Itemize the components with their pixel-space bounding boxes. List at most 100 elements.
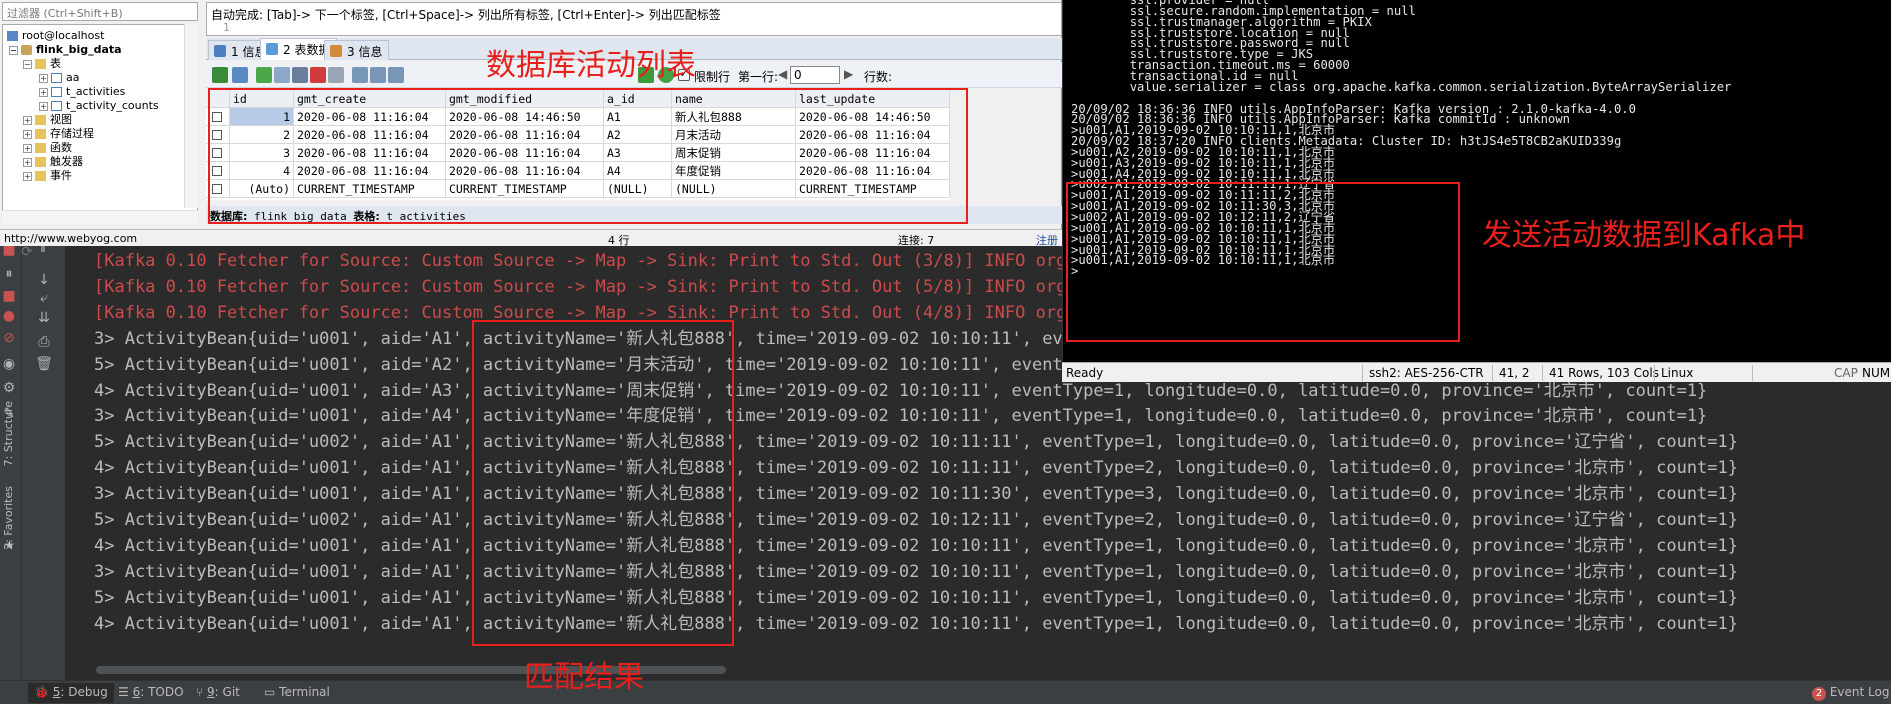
tab-git[interactable]: ⑂ 9: Git xyxy=(196,685,240,699)
tree-node-functions[interactable]: + 函数 xyxy=(23,141,72,155)
scroll-to-end-icon[interactable]: ⇊ xyxy=(31,308,57,328)
expand-icon[interactable]: + xyxy=(23,157,32,167)
folder-label: 触发器 xyxy=(50,155,83,168)
tree-node-database[interactable]: − flink_big_data xyxy=(9,43,122,57)
tree-node-table-t-activities[interactable]: + t_activities xyxy=(39,85,125,99)
tree-node-triggers[interactable]: + 触发器 xyxy=(23,155,83,169)
collapse-icon[interactable]: − xyxy=(9,45,18,55)
tab-terminal[interactable]: ▭ Terminal xyxy=(264,685,330,699)
console-line: 4> ActivityBean{uid='u001', aid='A1', ac… xyxy=(94,535,1738,556)
info-icon xyxy=(330,45,342,57)
terminal-ready-status: Ready xyxy=(1066,366,1104,380)
duplicate-row-icon[interactable] xyxy=(274,67,290,83)
num-lock-indicator: NUM xyxy=(1862,366,1891,380)
print-icon[interactable]: ⎙ xyxy=(31,332,57,352)
stop-program-icon[interactable]: ■ xyxy=(0,286,22,306)
terminal-statusbar: Ready ssh2: AES-256-CTR 41, 2 41 Rows, 1… xyxy=(1062,362,1891,382)
settings-gear-icon[interactable]: ⚙ xyxy=(0,378,22,398)
object-browser-tree[interactable]: root@localhost − flink_big_data − 表 + aa + t… xyxy=(2,24,198,224)
console-line: [Kafka 0.10 Fetcher for Source: Custom S… xyxy=(94,276,1087,297)
form-view-icon[interactable] xyxy=(370,67,386,83)
server-label: root@localhost xyxy=(22,29,105,42)
separator xyxy=(1752,365,1753,381)
tab-number: 3 xyxy=(347,45,355,59)
caps-lock-indicator: CAP xyxy=(1834,366,1858,380)
git-tab-label: : Git xyxy=(214,685,240,699)
next-page-icon[interactable]: ▶ xyxy=(844,67,853,81)
server-icon xyxy=(7,31,18,41)
pause-program-icon[interactable]: ⏸ xyxy=(0,264,22,284)
tab-debug[interactable]: 🐞 5: Debug xyxy=(28,683,114,703)
view-breakpoints-icon[interactable]: ● xyxy=(0,306,22,326)
register-link[interactable]: 注册 xyxy=(1036,232,1058,248)
separator xyxy=(1492,365,1493,381)
grid-view-icon[interactable] xyxy=(352,67,368,83)
folder-label: 视图 xyxy=(50,113,72,126)
tree-node-views[interactable]: + 视图 xyxy=(23,113,72,127)
prev-page-icon[interactable]: ◀ xyxy=(778,67,787,81)
expand-icon[interactable]: + xyxy=(39,87,48,97)
import-icon[interactable] xyxy=(232,67,248,83)
expand-icon[interactable]: + xyxy=(39,73,48,83)
tree-node-table-t-activity-counts[interactable]: + t_activity_counts xyxy=(39,99,159,113)
event-log-tab[interactable]: 2 Event Log xyxy=(1812,685,1889,701)
table-label: t_activities xyxy=(66,85,126,98)
first-row-label: 第一行: xyxy=(738,70,779,84)
filler-34 xyxy=(32,252,56,272)
sqlyog-statusbar: http://www.webyog.com 4 行 连接: 7 注册 xyxy=(0,229,1062,248)
expand-icon[interactable]: + xyxy=(23,171,32,181)
tab-label: 信息 xyxy=(358,45,383,59)
screenshot-stage: { "ide": { "console_lines": [ {"text": "… xyxy=(0,0,1891,704)
console-line: 4> ActivityBean{uid='u001', aid='A1', ac… xyxy=(94,458,1738,479)
console-line: 4> ActivityBean{uid='u001', aid='A3', ac… xyxy=(94,380,1708,401)
tab-number: 1 xyxy=(231,45,239,59)
tree-node-table-aa[interactable]: + aa xyxy=(39,71,79,85)
tree-node-procedures[interactable]: + 存储过程 xyxy=(23,127,94,141)
expand-icon[interactable]: + xyxy=(23,129,32,139)
tree-node-server[interactable]: root@localhost xyxy=(7,29,104,43)
tab-number: 2 xyxy=(283,43,291,57)
terminal-line: value.serializer = class org.apache.kafk… xyxy=(1071,79,1732,94)
first-row-input[interactable]: 0 xyxy=(790,66,840,84)
export-icon[interactable] xyxy=(212,67,228,83)
pin-icon[interactable]: ✎ xyxy=(0,404,22,424)
debug-tab-label: : Debug xyxy=(60,685,108,699)
database-icon xyxy=(21,45,32,55)
scroll-down-icon[interactable]: ↓ xyxy=(31,270,57,290)
tree-node-tables-folder[interactable]: − 表 xyxy=(23,57,61,71)
console-line: 5> ActivityBean{uid='u002', aid='A1', ac… xyxy=(94,432,1738,453)
tree-vertical-scrollbar[interactable] xyxy=(184,24,198,208)
folder-icon xyxy=(35,157,46,167)
expand-icon[interactable]: + xyxy=(39,101,48,111)
table-icon xyxy=(51,73,62,83)
tree-horizontal-scrollbar[interactable] xyxy=(2,210,198,224)
delete-row-icon[interactable] xyxy=(310,67,326,83)
mute-breakpoints-icon[interactable]: ⊘ xyxy=(0,328,22,348)
soft-wrap-icon[interactable]: ⤶ xyxy=(31,288,57,308)
match-result-highlight-box xyxy=(472,320,734,646)
save-icon[interactable] xyxy=(292,67,308,83)
git-icon: ⑂ xyxy=(196,685,208,699)
text-view-icon[interactable] xyxy=(388,67,404,83)
console-line: 3> ActivityBean{uid='u001', aid='A1', ac… xyxy=(94,484,1738,505)
folder-label: 函数 xyxy=(50,141,72,154)
limit-rows-label: 限制行 xyxy=(694,70,731,84)
webyog-url[interactable]: http://www.webyog.com xyxy=(4,232,137,245)
discard-icon[interactable] xyxy=(328,67,344,83)
clear-all-icon[interactable]: 🗑 xyxy=(31,354,57,374)
console-action-gutter: ↑ ⟳ ↑ ↓ ⤶ ⇊ ⎙ 🗑 ⏸ ■ ⏸ ■ ● ⊘ ◉ ⚙ ✎ xyxy=(2,240,66,680)
console-line: 5> ActivityBean{uid='u001', aid='A1', ac… xyxy=(94,587,1738,608)
object-filter-input[interactable]: 过滤器 (Ctrl+Shift+B) xyxy=(2,2,198,21)
event-log-label: Event Log xyxy=(1829,685,1890,699)
tab-todo[interactable]: ☰ 6: TODO xyxy=(118,685,184,699)
rows-count-label: 行数: xyxy=(864,70,893,84)
collapse-icon[interactable]: − xyxy=(23,59,32,69)
add-row-icon[interactable] xyxy=(256,67,272,83)
camera-icon[interactable]: ◉ xyxy=(0,354,22,374)
expand-icon[interactable]: + xyxy=(23,143,32,153)
separator xyxy=(1654,365,1655,381)
tree-node-events[interactable]: + 事件 xyxy=(23,169,72,183)
query-editor[interactable]: 自动完成: [Tab]-> 下一个标签, [Ctrl+Space]-> 列出所有… xyxy=(206,2,1062,36)
expand-icon[interactable]: + xyxy=(23,115,32,125)
tab-info-3[interactable]: 3 信息 xyxy=(324,40,390,60)
